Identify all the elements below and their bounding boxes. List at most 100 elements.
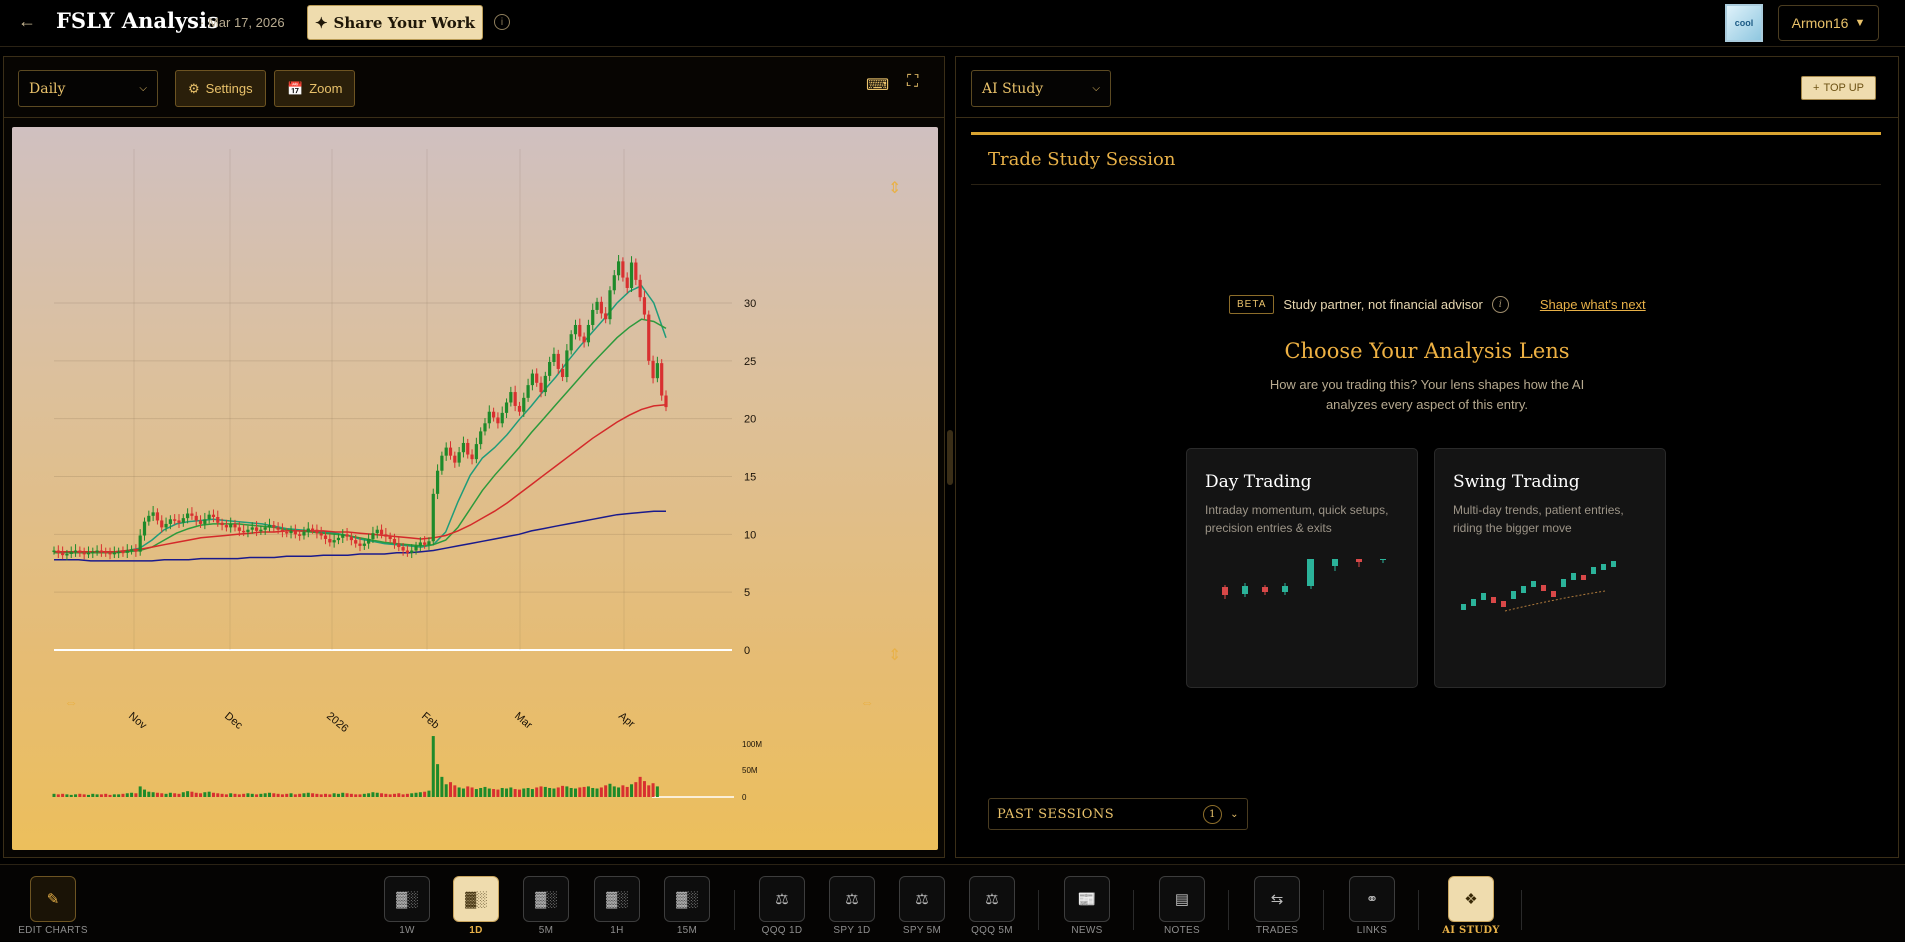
settings-label: Settings	[205, 81, 253, 96]
candle-body	[203, 519, 207, 524]
past-sessions-toggle[interactable]: PAST SESSIONS 1 ⌄	[988, 798, 1248, 830]
top-up-button[interactable]: + TOP UP	[1801, 76, 1876, 100]
candle-body	[319, 533, 323, 536]
candle-body	[543, 375, 547, 393]
news-button[interactable]: 📰 NEWS	[1057, 876, 1117, 942]
arrow-left-icon[interactable]: ←	[18, 11, 38, 33]
mode-select[interactable]: AI Study ⌵	[971, 70, 1111, 107]
volume-bar	[354, 794, 358, 797]
volume-bar	[625, 786, 629, 797]
volume-bar	[341, 792, 345, 797]
volume-bar	[578, 787, 582, 797]
candle-body	[142, 521, 147, 536]
info-icon[interactable]: i	[494, 14, 510, 30]
volume-bar	[423, 791, 427, 797]
candle-body	[548, 361, 552, 376]
candle-body	[586, 324, 591, 343]
candle-body	[328, 538, 332, 543]
settings-button[interactable]: ⚙ Settings	[175, 70, 266, 107]
price-chart[interactable]: 30 25 20 15 10 5 0 Nov Dec 2026 Feb Mar Apr 100M 50M 0 …	[12, 127, 938, 850]
candle-body	[302, 532, 306, 536]
swing-trading-card[interactable]: Swing Trading Multi-day trends, patient …	[1434, 448, 1666, 688]
volume-bar	[548, 787, 552, 797]
volume-bar	[617, 787, 621, 797]
volume-bar	[526, 787, 530, 797]
chart-1h-button[interactable]: ▓░ 1H	[587, 876, 647, 942]
volume-bar	[604, 785, 608, 797]
candle-body	[272, 525, 276, 528]
tb-label: 5M	[538, 925, 554, 936]
candle-body	[293, 530, 297, 535]
feedback-link[interactable]: Shape what's next	[1540, 297, 1646, 312]
links-button[interactable]: ⚭ LINKS	[1342, 876, 1402, 942]
info-icon[interactable]: i	[1491, 296, 1509, 313]
zoom-button[interactable]: 📅 Zoom	[274, 70, 356, 107]
chart-1w-button[interactable]: ▓░ 1W	[377, 876, 437, 942]
trades-button[interactable]: ⇆ TRADES	[1247, 876, 1307, 942]
keyboard-icon[interactable]: ⌨	[866, 75, 889, 95]
volume-bar	[638, 776, 642, 797]
volume-bar	[125, 793, 129, 797]
candle-body	[664, 395, 668, 408]
x-tick-label: Feb	[419, 710, 441, 731]
volume-bar	[311, 793, 315, 797]
candles-icon: ▓░	[384, 876, 430, 922]
qqq-5m-button[interactable]: ⚖ QQQ 5M	[962, 876, 1022, 942]
share-button[interactable]: ✦ Share Your Work	[307, 5, 483, 40]
chart-svg[interactable]: 302520151050Nov Dec 2026 Feb Mar Apr100M50M0 …	[12, 127, 938, 850]
day-trading-card[interactable]: Day Trading Intraday momentum, quick set…	[1186, 448, 1418, 688]
chart-toolbar: Daily ⌵ ⚙ Settings 📅 Zoom ⌨ ⛶	[4, 57, 944, 118]
y-tick-label: 20	[744, 414, 756, 426]
top-up-label: TOP UP	[1823, 82, 1864, 94]
interval-select[interactable]: Daily ⌵	[18, 70, 158, 107]
divider	[1323, 890, 1324, 930]
volume-bar	[272, 793, 276, 797]
chart-5m-button[interactable]: ▓░ 5M	[516, 876, 576, 942]
beta-badge: BETA	[1229, 295, 1275, 314]
page-title: FSLY Analysis	[56, 8, 219, 33]
ai-study-button[interactable]: ❖ AI STUDY	[1441, 876, 1501, 942]
chart-1d-button[interactable]: ▓░ 1D	[446, 876, 506, 942]
volume-bar	[233, 793, 237, 797]
spy-5m-button[interactable]: ⚖ SPY 5M	[892, 876, 952, 942]
candle-body	[660, 363, 664, 396]
candle-body	[509, 392, 513, 403]
candle-body	[242, 530, 246, 533]
disclaimer-text: Study partner, not financial advisor	[1283, 297, 1483, 312]
volume-bar	[444, 784, 448, 797]
candle-body	[73, 550, 78, 553]
candle-body	[95, 550, 99, 553]
spy-1d-button[interactable]: ⚖ SPY 1D	[822, 876, 882, 942]
candle-body	[336, 537, 341, 541]
note-icon: ▤	[1159, 876, 1205, 922]
chart-15m-button[interactable]: ▓░ 15M	[657, 876, 717, 942]
volume-bar	[612, 786, 616, 797]
volume-bar	[371, 792, 375, 797]
x-tick-label: 2026	[324, 710, 350, 735]
volume-bar	[190, 791, 194, 797]
candle-body	[448, 447, 453, 456]
notes-button[interactable]: ▤ NOTES	[1152, 876, 1212, 942]
candle-body	[362, 543, 366, 546]
chevron-down-icon: ⌵	[139, 83, 147, 94]
panel-resize-handle[interactable]	[947, 430, 953, 485]
volume-bar	[108, 794, 112, 797]
user-name: Armon16	[1791, 15, 1849, 31]
candle-body	[599, 301, 603, 314]
fullscreen-icon[interactable]: ⛶	[907, 73, 918, 91]
candle-body	[298, 534, 302, 536]
candle-body	[181, 518, 185, 523]
avatar[interactable]: cool	[1725, 4, 1763, 42]
candles-icon: ▓░	[594, 876, 640, 922]
volume-bar	[487, 788, 491, 797]
user-menu-button[interactable]: Armon16 ▼	[1778, 5, 1879, 41]
edit-charts-button[interactable]: ✎ EDIT CHARTS	[18, 876, 88, 942]
volume-bar	[642, 781, 646, 797]
qqq-1d-button[interactable]: ⚖ QQQ 1D	[752, 876, 812, 942]
volume-bar	[405, 793, 409, 797]
volume-bar	[349, 793, 353, 797]
link-icon: ⚭	[1349, 876, 1395, 922]
ma-line	[54, 510, 666, 562]
analysis-date: · Mar 17, 2026	[200, 15, 285, 30]
volume-bar	[543, 786, 547, 797]
